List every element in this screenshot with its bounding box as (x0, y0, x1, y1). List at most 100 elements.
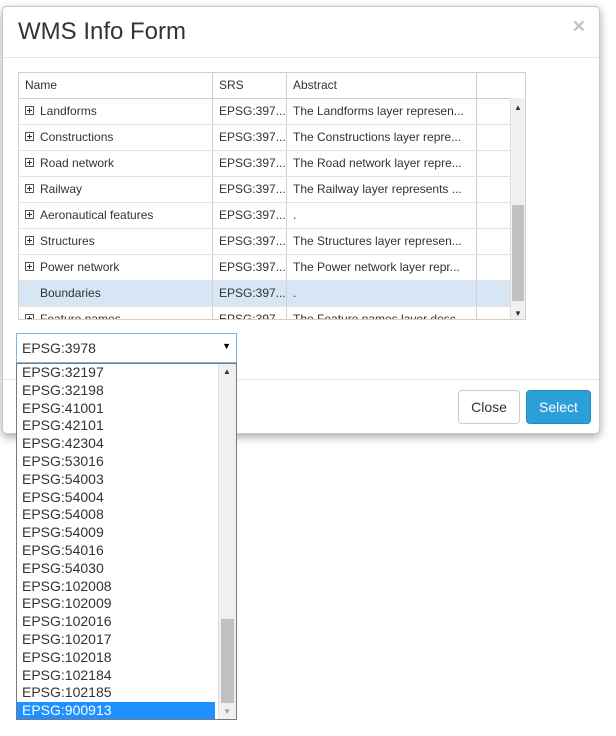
select-button[interactable]: Select (526, 390, 591, 424)
layer-name: Constructions (40, 130, 114, 144)
cell-srs: EPSG:397... (213, 307, 287, 319)
srs-dropdown-list: EPSG:32197 EPSG:32198 EPSG:41001 EPSG:42101… (16, 363, 237, 720)
srs-option[interactable]: EPSG:102008 (17, 578, 215, 596)
cell-abstract: The Structures layer represen... (287, 229, 477, 254)
srs-option[interactable]: EPSG:102017 (17, 631, 215, 649)
cell-abstract: . (287, 281, 477, 306)
layer-name: Power network (40, 260, 120, 274)
cell-abstract: The Constructions layer repre... (287, 125, 477, 150)
layer-name: Aeronautical features (40, 208, 154, 222)
column-header-name[interactable]: Name (19, 73, 213, 98)
cell-name: Structures (19, 229, 213, 254)
layer-name: Road network (40, 156, 115, 170)
grid-scroll-thumb[interactable] (512, 205, 524, 301)
cell-srs: EPSG:397... (213, 203, 287, 228)
cell-srs: EPSG:397... (213, 177, 287, 202)
layer-name: Landforms (40, 104, 97, 118)
grid-body: Landforms EPSG:397... The Landforms layer … (19, 99, 525, 319)
srs-select[interactable]: EPSG:3978 ▼ (16, 333, 237, 363)
close-button[interactable]: Close (458, 390, 520, 424)
layer-name: Boundaries (40, 286, 101, 300)
cell-spacer (477, 307, 499, 319)
cell-spacer (477, 125, 499, 150)
layer-name: Railway (40, 182, 83, 196)
dropdown-scrollbar[interactable]: ▲ ▼ (218, 364, 236, 719)
expand-icon[interactable] (25, 236, 34, 246)
srs-options: EPSG:32197 EPSG:32198 EPSG:41001 EPSG:42101… (17, 364, 236, 719)
column-header-srs[interactable]: SRS (213, 73, 287, 98)
srs-option[interactable]: EPSG:102009 (17, 595, 215, 613)
srs-option[interactable]: EPSG:102018 (17, 649, 215, 667)
expand-icon[interactable] (25, 314, 34, 319)
srs-option[interactable]: EPSG:32198 (17, 382, 215, 400)
expand-icon[interactable] (25, 210, 34, 220)
scroll-up-icon[interactable]: ▲ (223, 367, 231, 376)
scroll-up-icon[interactable]: ▲ (514, 103, 522, 112)
cell-spacer (477, 255, 499, 280)
layer-name: Structures (40, 234, 95, 248)
expand-icon[interactable] (25, 106, 34, 116)
close-icon[interactable]: × (573, 15, 585, 39)
scroll-down-icon[interactable]: ▼ (223, 707, 231, 716)
expand-icon[interactable] (25, 158, 34, 168)
srs-option[interactable]: EPSG:53016 (17, 453, 215, 471)
srs-option[interactable]: EPSG:41001 (17, 400, 215, 418)
srs-option[interactable]: EPSG:54004 (17, 489, 215, 507)
grid-header: Name SRS Abstract (19, 73, 525, 99)
layers-grid: Name SRS Abstract Landforms EPSG:397... Th… (18, 72, 526, 320)
cell-spacer (477, 281, 499, 306)
srs-option[interactable]: EPSG:32197 (17, 364, 215, 382)
dialog-title: WMS Info Form (18, 18, 187, 45)
expand-icon[interactable] (25, 262, 34, 272)
srs-select-value: EPSG:3978 (22, 340, 96, 356)
cell-abstract: The Railway layer represents ... (287, 177, 477, 202)
table-row[interactable]: Road network EPSG:397... The Road network … (19, 151, 525, 177)
column-header-spacer (477, 73, 499, 98)
cell-abstract: The Power network layer repr... (287, 255, 477, 280)
table-row[interactable]: Structures EPSG:397... The Structures laye… (19, 229, 525, 255)
cell-name: Landforms (19, 99, 213, 124)
cell-abstract: The Road network layer repre... (287, 151, 477, 176)
table-row[interactable]: Landforms EPSG:397... The Landforms layer … (19, 99, 525, 125)
cell-name: Road network (19, 151, 213, 176)
cell-name: Aeronautical features (19, 203, 213, 228)
table-row[interactable]: Feature names EPSG:397... The Feature name… (19, 307, 525, 319)
cell-abstract: . (287, 203, 477, 228)
cell-abstract: The Feature names layer desc... (287, 307, 477, 319)
srs-option[interactable]: EPSG:54030 (17, 560, 215, 578)
cell-srs: EPSG:397... (213, 229, 287, 254)
dropdown-scroll-thumb[interactable] (221, 619, 234, 703)
scroll-down-icon[interactable]: ▼ (514, 309, 522, 318)
srs-option[interactable]: EPSG:102184 (17, 667, 215, 685)
cell-srs: EPSG:397... (213, 255, 287, 280)
cell-name: Boundaries (19, 281, 213, 306)
table-row[interactable]: Railway EPSG:397... The Railway layer repr… (19, 177, 525, 203)
chevron-down-icon[interactable]: ▼ (222, 341, 231, 351)
cell-srs: EPSG:397... (213, 99, 287, 124)
srs-option[interactable]: EPSG:102016 (17, 613, 215, 631)
table-row[interactable]: Boundaries EPSG:397.... (19, 281, 525, 307)
cell-name: Constructions (19, 125, 213, 150)
table-row[interactable]: Aeronautical features EPSG:397.... (19, 203, 525, 229)
expand-icon[interactable] (25, 184, 34, 194)
srs-option[interactable]: EPSG:900913 (17, 702, 215, 719)
cell-srs: EPSG:397... (213, 281, 287, 306)
table-row[interactable]: Power network EPSG:397... The Power networ… (19, 255, 525, 281)
table-row[interactable]: Constructions EPSG:397... The Construction… (19, 125, 525, 151)
column-header-abstract[interactable]: Abstract (287, 73, 477, 98)
grid-scrollbar[interactable]: ▲ ▼ (510, 98, 525, 319)
cell-spacer (477, 177, 499, 202)
cell-name: Power network (19, 255, 213, 280)
srs-option[interactable]: EPSG:54008 (17, 506, 215, 524)
srs-option[interactable]: EPSG:54009 (17, 524, 215, 542)
srs-option[interactable]: EPSG:42304 (17, 435, 215, 453)
expand-icon[interactable] (25, 132, 34, 142)
srs-option[interactable]: EPSG:42101 (17, 417, 215, 435)
cell-name: Feature names (19, 307, 213, 319)
srs-option[interactable]: EPSG:54003 (17, 471, 215, 489)
cell-abstract: The Landforms layer represen... (287, 99, 477, 124)
srs-option[interactable]: EPSG:54016 (17, 542, 215, 560)
dialog-header: WMS Info Form × (3, 7, 599, 58)
srs-option[interactable]: EPSG:102185 (17, 684, 215, 702)
cell-spacer (477, 229, 499, 254)
